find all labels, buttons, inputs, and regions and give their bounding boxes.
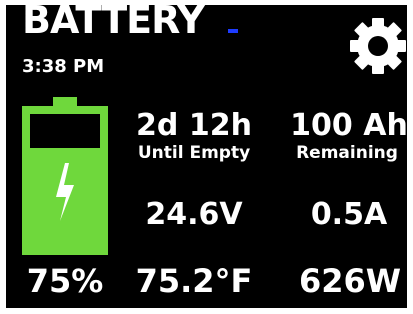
battery-screen: BATTERY 3:38 PM 2d 12h Until Empty 100 A… bbox=[6, 5, 407, 308]
time-remaining-value: 2d 12h bbox=[136, 108, 252, 143]
power-value: 626W bbox=[298, 262, 402, 300]
current-value: 0.5A bbox=[310, 197, 388, 232]
voltage-value: 24.6V bbox=[145, 197, 243, 232]
battery-charging-icon bbox=[22, 97, 108, 255]
time-remaining-label: Until Empty bbox=[137, 143, 251, 163]
capacity-remaining-value: 100 Ah bbox=[290, 108, 407, 143]
clock-time: 3:38 PM bbox=[22, 56, 105, 77]
page-title: BATTERY bbox=[22, 5, 205, 42]
gear-icon[interactable] bbox=[350, 18, 406, 74]
battery-percent: 75% bbox=[26, 262, 104, 300]
temperature-value: 75.2°F bbox=[135, 262, 253, 300]
capacity-remaining-label: Remaining bbox=[296, 143, 398, 163]
status-indicator bbox=[228, 29, 238, 33]
